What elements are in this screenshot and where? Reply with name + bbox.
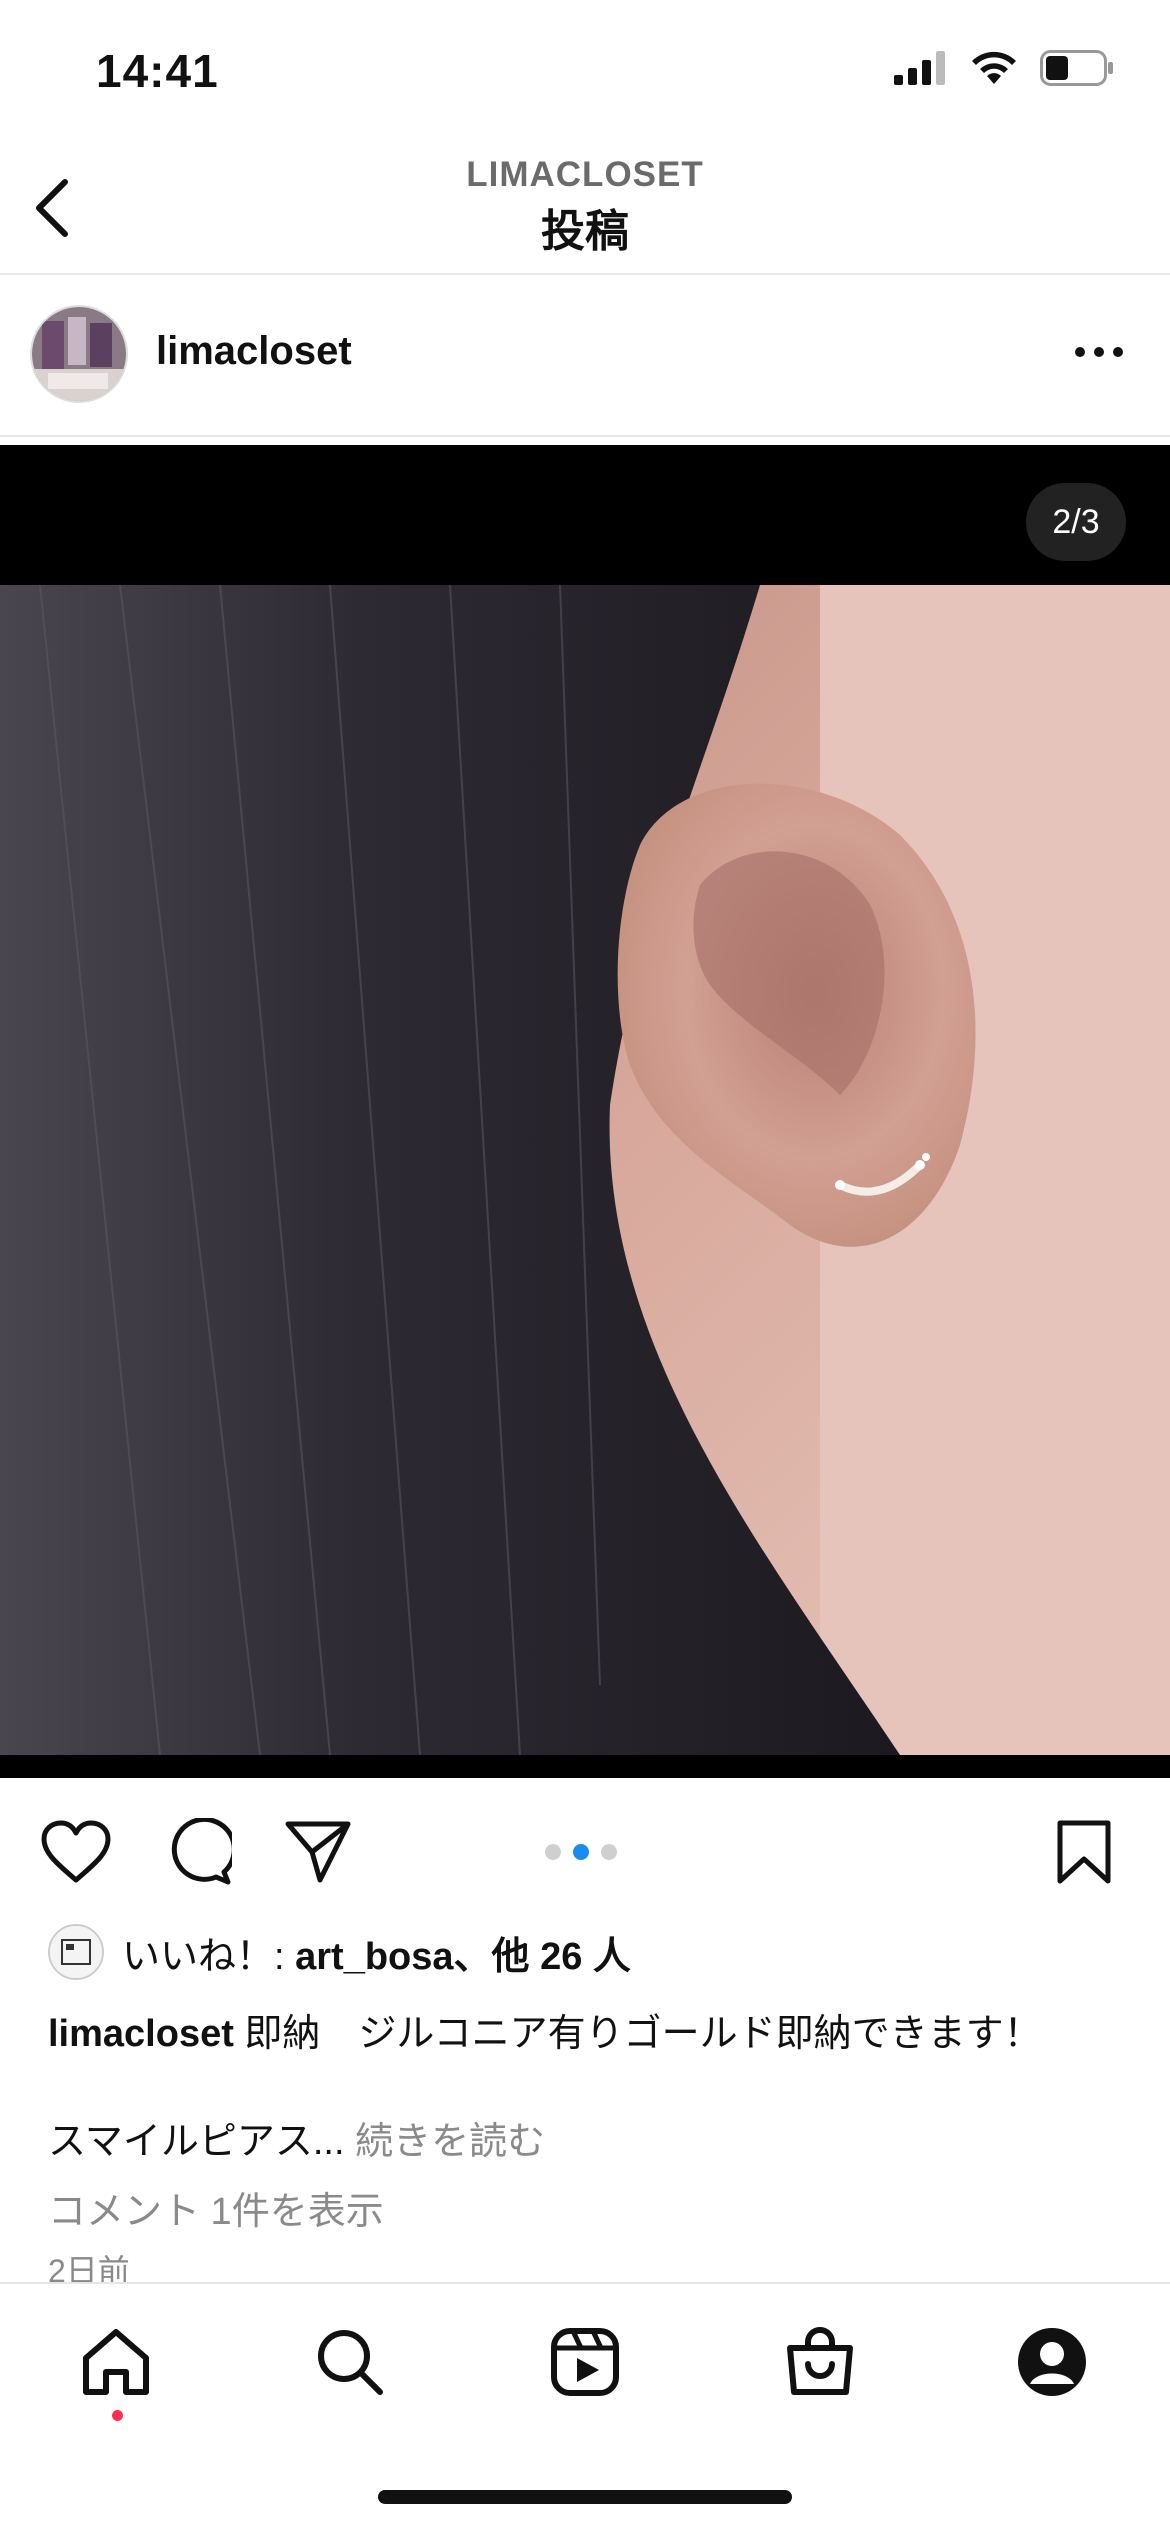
tab-reels[interactable] <box>545 2322 625 2402</box>
battery-icon <box>1040 50 1114 86</box>
send-icon <box>284 1820 352 1884</box>
comment-button[interactable] <box>160 1814 236 1890</box>
save-button[interactable] <box>1046 1814 1122 1890</box>
account-name-header: LIMACLOSET <box>466 155 704 194</box>
post-username[interactable]: limacloset <box>156 329 352 374</box>
heart-icon <box>40 1820 112 1884</box>
status-time: 14:41 <box>96 45 219 97</box>
like-button[interactable] <box>38 1814 114 1890</box>
more-options-button[interactable] <box>1064 327 1134 377</box>
carousel-dot <box>601 1844 617 1860</box>
profile-icon <box>1016 2326 1088 2398</box>
carousel-dot <box>545 1844 561 1860</box>
reels-icon <box>549 2326 621 2398</box>
comment-icon <box>164 1818 232 1886</box>
status-bar: 14:41 <box>0 0 1170 145</box>
cellular-signal-icon <box>894 51 948 85</box>
home-icon <box>80 2326 152 2398</box>
notification-dot <box>112 2410 123 2421</box>
status-icons <box>894 50 1114 86</box>
share-button[interactable] <box>280 1814 356 1890</box>
carousel-indicator <box>545 1844 617 1860</box>
caption: limacloset 即納 ジルコニア有りゴールド即納できます！ <box>48 2002 1042 2057</box>
tab-profile[interactable] <box>1012 2322 1092 2402</box>
likes-prefix: いいね！: <box>122 1935 296 1978</box>
view-comments-link[interactable]: コメント 1件を表示 <box>48 2180 384 2235</box>
more-dots-icon <box>1074 346 1124 358</box>
caption-continued: スマイルピアス... 続きを読む <box>48 2110 545 2165</box>
tab-home[interactable] <box>76 2322 156 2402</box>
bookmark-icon <box>1056 1819 1112 1885</box>
post-actions <box>0 1800 1170 1900</box>
home-indicator <box>378 2490 792 2504</box>
search-icon <box>314 2326 386 2398</box>
caption-text-truncated: スマイルピアス... <box>48 2121 345 2163</box>
nav-bar: LIMACLOSET 投稿 <box>0 145 1170 275</box>
shop-icon <box>784 2326 856 2398</box>
tab-search[interactable] <box>310 2322 390 2402</box>
caption-username[interactable]: limacloset <box>48 2013 234 2055</box>
post-photo <box>0 585 1170 1755</box>
liker-avatar <box>48 1924 104 1980</box>
read-more-link[interactable]: 続きを読む <box>345 2121 545 2163</box>
caption-text: 即納 ジルコニア有りゴールド即納できます！ <box>233 2013 1042 2055</box>
wifi-icon <box>970 50 1018 86</box>
liker-username[interactable]: art_bosa <box>295 1936 453 1978</box>
avatar[interactable] <box>30 305 128 403</box>
post-header: limacloset <box>0 275 1170 437</box>
post-media[interactable]: 2/3 <box>0 445 1170 1778</box>
post-timestamp: 2日前 <box>48 2253 130 2282</box>
page-title: 投稿 <box>541 207 629 256</box>
tab-shop[interactable] <box>780 2322 860 2402</box>
likes-count[interactable]: 、他 26 人 <box>454 1936 631 1978</box>
image-counter-badge: 2/3 <box>1026 483 1126 561</box>
carousel-dot-active <box>573 1844 589 1860</box>
likes-summary[interactable]: いいね！: art_bosa、他 26 人 <box>48 1924 631 1980</box>
